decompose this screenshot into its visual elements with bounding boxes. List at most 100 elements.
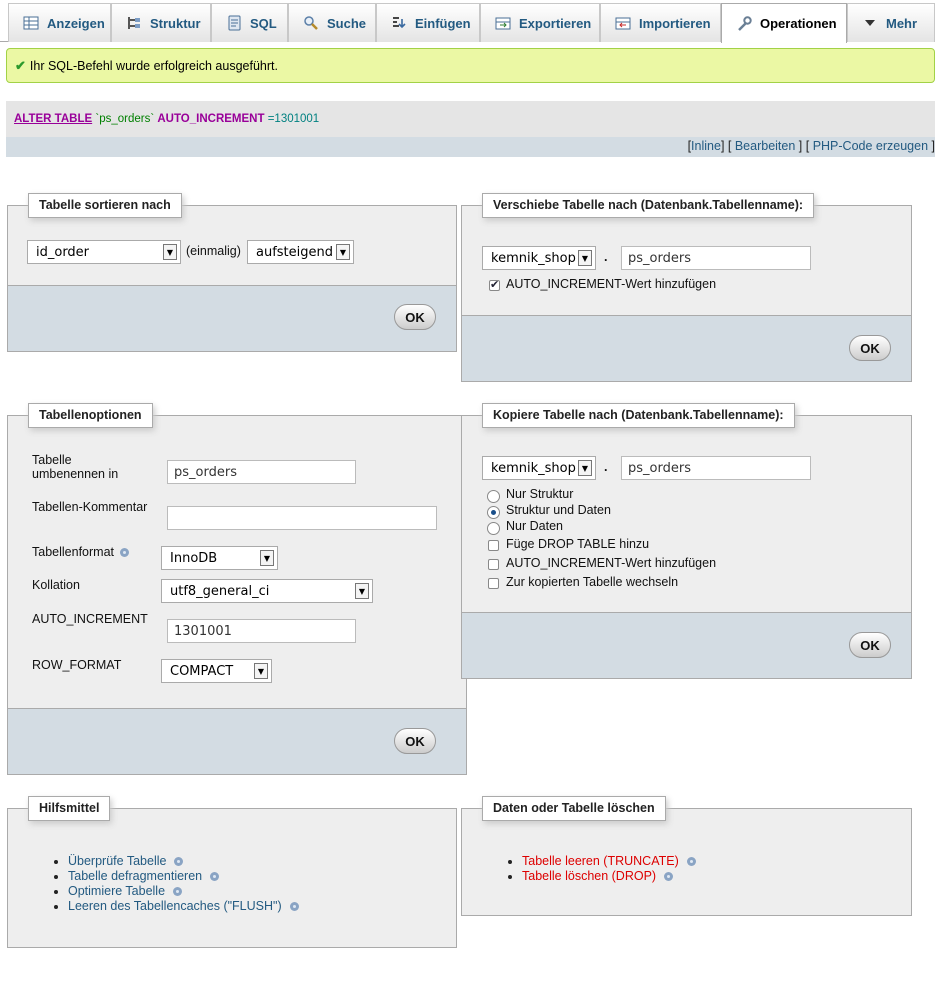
collation-select[interactable]: utf8_general_ci ▼ bbox=[161, 579, 373, 603]
sort-column-value: id_order bbox=[36, 244, 90, 260]
check-table-link[interactable]: Überprüfe Tabelle bbox=[68, 854, 166, 868]
help-icon[interactable] bbox=[664, 872, 674, 882]
tab-exportieren[interactable]: Exportieren bbox=[480, 3, 600, 42]
table-format-value: InnoDB bbox=[170, 550, 218, 566]
sort-order-value: aufsteigend bbox=[256, 244, 334, 260]
help-icon[interactable] bbox=[120, 548, 129, 558]
copy-ok-button[interactable]: OK bbox=[849, 632, 891, 658]
copy-drop-table-checkbox[interactable] bbox=[488, 540, 499, 551]
flush-cache-link[interactable]: Leeren des Tabellencaches ("FLUSH") bbox=[68, 899, 282, 913]
copy-data-only-label: Nur Daten bbox=[506, 519, 563, 533]
format-label-wrap: Tabellenformat bbox=[32, 545, 129, 559]
tools-panel: Hilfsmittel Überprüfe Tabelle Tabelle de… bbox=[7, 796, 457, 948]
sort-ok-button[interactable]: OK bbox=[394, 304, 436, 330]
copy-structure-data-radio[interactable] bbox=[487, 506, 500, 519]
help-icon[interactable] bbox=[210, 872, 220, 882]
tab-einfuegen[interactable]: Einfügen bbox=[376, 3, 480, 42]
sort-footer: OK bbox=[8, 285, 456, 351]
delete-list: Tabelle leeren (TRUNCATE) Tabelle lösche… bbox=[504, 854, 696, 884]
collation-label: Kollation bbox=[32, 578, 80, 592]
row-format-value: COMPACT bbox=[170, 663, 234, 679]
sql-value: =1301001 bbox=[267, 113, 320, 125]
table-format-select[interactable]: InnoDB ▼ bbox=[161, 546, 278, 570]
triangle-down-icon bbox=[862, 15, 878, 31]
collation-value: utf8_general_ci bbox=[170, 583, 270, 599]
move-ok-button[interactable]: OK bbox=[849, 335, 891, 361]
inline-link[interactable]: Inline bbox=[691, 139, 721, 153]
defragment-table-link[interactable]: Tabelle defragmentieren bbox=[68, 869, 202, 883]
move-auto-increment-label: AUTO_INCREMENT-Wert hinzufügen bbox=[506, 277, 717, 291]
sort-order-select[interactable]: aufsteigend ▼ bbox=[247, 240, 354, 264]
tab-label: Struktur bbox=[150, 15, 201, 31]
copy-data-only-radio[interactable] bbox=[487, 522, 500, 535]
sql-query-box: ALTER TABLE `ps_orders` AUTO_INCREMENT =… bbox=[6, 101, 935, 137]
help-icon[interactable] bbox=[686, 857, 696, 867]
php-code-link[interactable]: PHP-Code erzeugen bbox=[813, 139, 928, 153]
table-comment-input[interactable] bbox=[167, 506, 437, 530]
auto-increment-input[interactable]: 1301001 bbox=[167, 619, 356, 643]
move-database-select[interactable]: kemnik_shop ▼ bbox=[482, 246, 596, 270]
tab-anzeigen[interactable]: Anzeigen bbox=[8, 3, 111, 42]
copy-switch-label: Zur kopierten Tabelle wechseln bbox=[506, 575, 679, 589]
delete-legend: Daten oder Tabelle löschen bbox=[482, 796, 666, 821]
copy-structure-data-label: Struktur und Daten bbox=[506, 503, 611, 517]
copy-table-name-input[interactable]: ps_orders bbox=[621, 456, 811, 480]
tab-sql[interactable]: SQL bbox=[211, 3, 288, 42]
tab-mehr[interactable]: Mehr bbox=[847, 3, 935, 42]
copy-drop-table-label: Füge DROP TABLE hinzu bbox=[506, 537, 650, 551]
tab-label: Suche bbox=[327, 15, 367, 31]
insert-icon bbox=[391, 15, 407, 31]
list-item: Leeren des Tabellencaches ("FLUSH") bbox=[68, 899, 299, 914]
help-icon[interactable] bbox=[174, 857, 184, 867]
tab-suche[interactable]: Suche bbox=[288, 3, 376, 42]
edit-link[interactable]: Bearbeiten bbox=[735, 139, 795, 153]
move-table-name-input[interactable]: ps_orders bbox=[621, 246, 811, 270]
structure-icon bbox=[126, 15, 142, 31]
drop-table-link[interactable]: Tabelle löschen (DROP) bbox=[522, 869, 656, 883]
copy-switch-checkbox[interactable] bbox=[488, 578, 499, 589]
chevron-down-icon: ▼ bbox=[336, 244, 350, 260]
export-icon bbox=[495, 15, 511, 31]
tab-importieren[interactable]: Importieren bbox=[600, 3, 721, 42]
truncate-table-link[interactable]: Tabelle leeren (TRUNCATE) bbox=[522, 854, 679, 868]
sql-keyword-alter-table[interactable]: ALTER TABLE bbox=[14, 113, 92, 125]
success-message-text: Ihr SQL-Befehl wurde erfolgreich ausgefü… bbox=[29, 58, 278, 73]
copy-database-select[interactable]: kemnik_shop ▼ bbox=[482, 456, 596, 480]
wrench-icon bbox=[736, 15, 752, 32]
sql-table-name: `ps_orders` bbox=[95, 113, 155, 125]
copy-footer: OK bbox=[462, 612, 911, 678]
row-format-label: ROW_FORMAT bbox=[32, 658, 122, 672]
tab-label: Operationen bbox=[760, 16, 837, 31]
list-item: Tabelle defragmentieren bbox=[68, 869, 299, 884]
sql-icon bbox=[226, 15, 242, 31]
copy-dot-separator: . bbox=[604, 460, 608, 474]
copy-auto-increment-label: AUTO_INCREMENT-Wert hinzufügen bbox=[506, 556, 717, 570]
optimize-table-link[interactable]: Optimiere Tabelle bbox=[68, 884, 165, 898]
copy-auto-increment-checkbox[interactable] bbox=[488, 559, 499, 570]
sql-actions: [Inline] [ Bearbeiten ] [ PHP-Code erzeu… bbox=[6, 137, 935, 157]
sort-column-select[interactable]: id_order ▼ bbox=[27, 240, 181, 264]
rename-table-input[interactable]: ps_orders bbox=[167, 460, 356, 484]
tab-bar: Anzeigen Struktur SQL Suche Einfügen Exp… bbox=[0, 0, 935, 43]
sql-keyword-auto-increment: AUTO_INCREMENT bbox=[157, 113, 265, 125]
rename-label: Tabelle umbenennen in bbox=[32, 453, 119, 481]
options-ok-button[interactable]: OK bbox=[394, 728, 436, 754]
chevron-down-icon: ▼ bbox=[260, 550, 274, 566]
tab-operationen[interactable]: Operationen bbox=[721, 3, 847, 43]
help-icon[interactable] bbox=[289, 902, 299, 912]
auto-increment-label: AUTO_INCREMENT bbox=[32, 612, 148, 626]
help-icon[interactable] bbox=[173, 887, 183, 897]
delete-panel: Daten oder Tabelle löschen Tabelle leere… bbox=[461, 796, 912, 916]
move-auto-increment-checkbox[interactable] bbox=[489, 278, 500, 291]
search-icon bbox=[303, 15, 319, 31]
row-format-select[interactable]: COMPACT ▼ bbox=[161, 659, 272, 683]
tab-label: Importieren bbox=[639, 15, 711, 31]
copy-structure-only-radio[interactable] bbox=[487, 490, 500, 503]
chevron-down-icon: ▼ bbox=[254, 663, 268, 679]
tab-label: SQL bbox=[250, 15, 277, 31]
tab-label: Anzeigen bbox=[47, 15, 105, 31]
tab-label: Exportieren bbox=[519, 15, 592, 31]
copy-structure-only-label: Nur Struktur bbox=[506, 487, 574, 501]
move-table-panel: Verschiebe Tabelle nach (Datenbank.Tabel… bbox=[461, 193, 912, 382]
tab-struktur[interactable]: Struktur bbox=[111, 3, 211, 42]
